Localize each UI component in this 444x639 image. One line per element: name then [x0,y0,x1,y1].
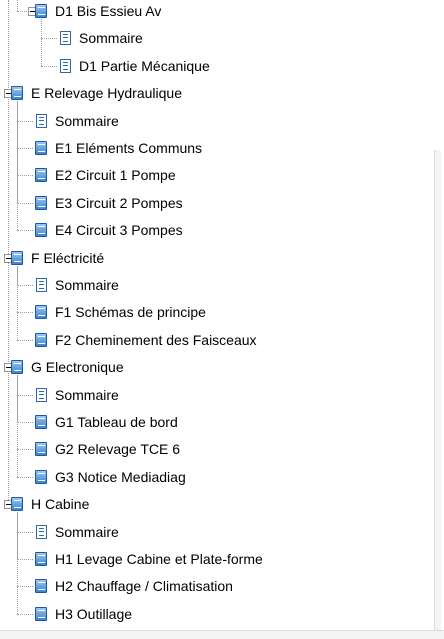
tree-item-label: H1 Levage Cabine et Plate-forme [55,551,263,567]
tree-connector [17,0,18,11]
book-icon [33,167,49,183]
tree-item-label: E3 Circuit 2 Pompes [55,194,183,211]
tree-item-g1-tableau-de-bord[interactable]: G1 Tableau de bord [33,411,178,433]
document-icon [57,30,73,46]
book-icon [33,304,49,320]
tree-item-h2-chauffage-climatisation[interactable]: H2 Chauffage / Climatisation [33,575,233,597]
tree-item-h3-outillage[interactable]: H3 Outillage [33,603,132,625]
tree-item-label: E4 Circuit 3 Pompes [55,222,183,239]
tree-item-f-electricite[interactable]: F Eléctricité [9,247,104,269]
book-icon [33,3,49,19]
tree-item-label: E2 Circuit 1 Pompe [55,167,176,184]
book-icon [33,606,49,622]
document-icon [33,277,49,293]
tree-connector [17,613,33,615]
tree-item-label: G Electronique [31,359,124,376]
tree-connector [17,449,33,451]
tree-item-label: F1 Schémas de principe [55,304,206,321]
tree-connector [41,65,57,67]
tree-item-label: Sommaire [55,277,119,293]
tree-item-e4-circuit-3-pompes[interactable]: E4 Circuit 3 Pompes [33,219,183,241]
tree-connector [17,120,33,122]
tree-item-label: Sommaire [55,112,119,129]
tree-item-d1-partie-mecanique[interactable]: D1 Partie Mécanique [57,55,210,77]
tree-item-h-cabine[interactable]: H Cabine [9,493,89,515]
tree-connector [17,422,33,423]
tree-connector [17,230,33,232]
tree-connector [17,202,33,204]
tree-item-label: Sommaire [79,30,143,47]
tree-item-d1-bis-essieu-av[interactable]: D1 Bis Essieu Av [33,0,161,22]
tree-connector [17,312,33,314]
book-icon [33,414,49,430]
tree-connector [41,38,57,40]
book-icon [9,250,25,266]
tree-connector [17,265,18,340]
book-icon [33,195,49,211]
book-icon [33,332,49,348]
book-icon [33,469,49,485]
tree-item-label: F Eléctricité [31,249,105,266]
tree-item-label: Sommaire [55,386,119,403]
tree-item-e2-circuit-1-pompe[interactable]: E2 Circuit 1 Pompe [33,164,176,186]
document-icon [57,58,73,74]
book-icon [33,551,49,567]
document-icon [33,387,49,403]
book-icon [33,140,49,156]
tree-item-e-relevage-hydraulique[interactable]: E Relevage Hydraulique [9,82,182,104]
tree-connector [17,285,33,286]
tree-connector [17,339,33,341]
tree-connector [17,476,33,478]
book-icon [33,441,49,457]
tree-connector [41,19,42,66]
tree-item-label: E Relevage Hydraulique [31,85,182,102]
tree-item-label: F2 Cheminement des Faisceaux [55,331,257,348]
tree-item-f2-cheminement-des-faisceaux[interactable]: F2 Cheminement des Faisceaux [33,329,257,351]
book-icon [9,359,25,375]
tree-connector [17,148,33,149]
tree-connector [17,101,18,231]
tree-connector [17,559,33,560]
tree-item-label: Sommaire [55,523,119,540]
book-icon [33,578,49,594]
book-icon [33,222,49,238]
tree-item-label: H3 Outillage [55,605,133,622]
tree-item-label: G3 Notice Mediadiag [55,468,186,485]
tree-item-sommaire[interactable]: Sommaire [57,27,143,49]
tree-item-f1-schemas-de-principe[interactable]: F1 Schémas de principe [33,301,206,323]
document-tree: D1 Bis Essieu Av Sommaire D1 Partie Mécani… [0,0,434,630]
tree-item-label: H Cabine [31,496,90,513]
document-icon [33,524,49,540]
tree-item-label: D1 Bis Essieu Av [55,3,162,19]
tree-connector [17,394,33,396]
tree-item-g3-notice-mediadiag[interactable]: G3 Notice Mediadiag [33,466,186,488]
vertical-scrollbar[interactable] [434,150,441,630]
tree-item-h1-levage-cabine-et-plate-forme[interactable]: H1 Levage Cabine et Plate-forme [33,548,263,570]
tree-item-sommaire[interactable]: Sommaire [33,384,119,406]
tree-item-label: G1 Tableau de bord [55,414,178,430]
tree-item-label: H2 Chauffage / Climatisation [55,578,233,595]
tree-connector [17,512,18,614]
tree-item-label: D1 Partie Mécanique [79,57,210,74]
book-icon [9,85,25,101]
tree-item-e1-elements-communs[interactable]: E1 Eléments Communs [33,137,202,159]
tree-connector [17,375,18,477]
document-icon [33,113,49,129]
tree-item-sommaire[interactable]: Sommaire [33,110,119,132]
tree-item-sommaire[interactable]: Sommaire [33,521,119,543]
tree-item-g-electronique[interactable]: G Electronique [9,356,124,378]
tree-item-label: E1 Eléments Communs [55,140,203,156]
tree-connector [17,586,33,588]
book-icon [9,496,25,512]
tree-item-label: G2 Relevage TCE 6 [55,441,181,458]
tree-connector [17,175,33,177]
tree-item-g2-relevage-tce-6[interactable]: G2 Relevage TCE 6 [33,438,180,460]
tree-item-sommaire[interactable]: Sommaire [33,274,119,296]
tree-item-e3-circuit-2-pompes[interactable]: E3 Circuit 2 Pompes [33,192,183,214]
tree-connector [17,531,33,533]
